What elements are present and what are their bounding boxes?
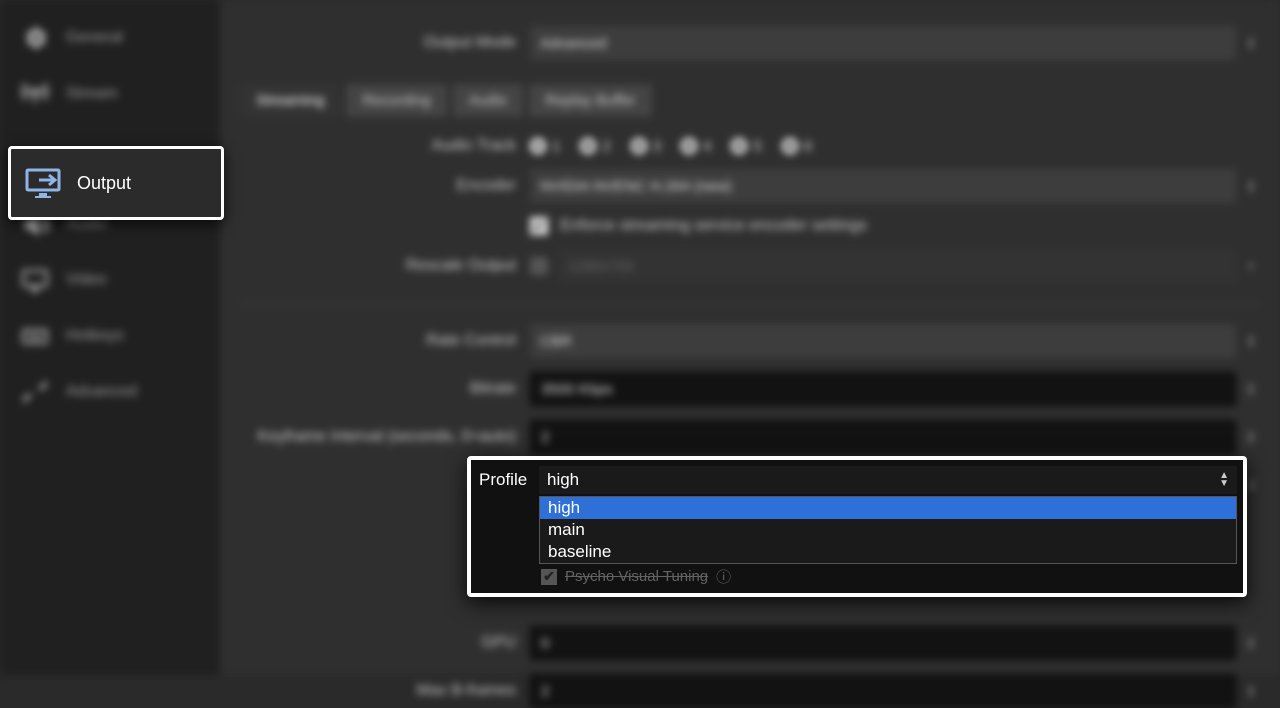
- max-bframes-input[interactable]: 2: [530, 674, 1236, 708]
- output-icon: [25, 167, 65, 199]
- audio-track-4[interactable]: 4: [681, 138, 711, 155]
- audio-track-1[interactable]: 1: [530, 138, 560, 155]
- sidebar-item-label: Output: [77, 173, 131, 194]
- enforce-label: Enforce streaming service encoder settin…: [560, 217, 867, 235]
- rate-control-label: Rate Control: [240, 332, 530, 350]
- tab-streaming[interactable]: Streaming: [240, 84, 340, 117]
- settings-sidebar: General Stream Audio Video Hotkeys: [0, 0, 220, 675]
- profile-label: Profile: [477, 470, 539, 490]
- bitrate-input[interactable]: 3500 Kbps: [530, 372, 1236, 406]
- profile-select[interactable]: high ▲▼: [539, 466, 1237, 494]
- bitrate-label: Bitrate: [240, 380, 530, 398]
- keyframe-input[interactable]: 2: [530, 420, 1236, 454]
- sidebar-item-label: Stream: [66, 85, 118, 103]
- info-icon: ⓘ: [716, 566, 731, 587]
- max-bframes-label: Max B-frames: [240, 682, 530, 700]
- sidebar-item-advanced[interactable]: Advanced: [0, 364, 220, 420]
- rescale-checkbox[interactable]: [530, 257, 548, 275]
- sidebar-item-video[interactable]: Video: [0, 252, 220, 308]
- stepper-icon[interactable]: ▲▼: [1242, 334, 1260, 348]
- stepper-icon[interactable]: ▲▼: [1242, 179, 1260, 193]
- audio-track-2[interactable]: 2: [580, 138, 610, 155]
- output-mode-label: Output Mode: [240, 34, 530, 52]
- sidebar-item-stream[interactable]: Stream: [0, 66, 220, 122]
- keyframe-label: Keyframe Interval (seconds, 0=auto): [240, 428, 530, 446]
- sidebar-item-label: Video: [66, 271, 107, 289]
- output-mode-select[interactable]: Advanced: [530, 26, 1236, 60]
- keyboard-icon: [18, 322, 52, 350]
- profile-option-high[interactable]: high: [540, 497, 1236, 519]
- stepper-icon[interactable]: ▲▼: [1242, 36, 1260, 50]
- stepper-icon[interactable]: ▲▼: [1242, 636, 1260, 650]
- sidebar-item-label: Hotkeys: [66, 327, 124, 345]
- profile-dropdown-popup: Profile high ▲▼ high main baseline ✔ Psy…: [467, 456, 1247, 597]
- monitor-icon: [18, 266, 52, 294]
- tools-icon: [18, 378, 52, 406]
- enforce-checkbox[interactable]: ✔: [530, 217, 548, 235]
- sidebar-item-label: Advanced: [66, 383, 137, 401]
- sidebar-item-label: General: [66, 29, 123, 47]
- profile-options-list: high main baseline: [539, 496, 1237, 564]
- broadcast-icon: [18, 80, 52, 108]
- audio-track-5[interactable]: 5: [731, 138, 761, 155]
- audio-track-6[interactable]: 6: [782, 138, 812, 155]
- psycho-tuning-row: ✔ Psycho Visual Tuning ⓘ: [539, 564, 1237, 587]
- audio-track-radios: 1 2 3 4 5 6: [530, 138, 1260, 155]
- profile-option-main[interactable]: main: [540, 519, 1236, 541]
- sidebar-item-hotkeys[interactable]: Hotkeys: [0, 308, 220, 364]
- rate-control-select[interactable]: CBR: [530, 324, 1236, 358]
- tab-recording[interactable]: Recording: [346, 84, 446, 117]
- stepper-icon[interactable]: ▲▼: [1242, 430, 1260, 444]
- encoder-label: Encoder: [240, 177, 530, 195]
- profile-option-baseline[interactable]: baseline: [540, 541, 1236, 563]
- gpu-input[interactable]: 0: [530, 626, 1236, 660]
- chevron-down-icon[interactable]: ▼: [1242, 263, 1260, 270]
- stepper-icon: ▲▼: [1219, 472, 1229, 488]
- sidebar-item-output[interactable]: Output: [8, 146, 224, 220]
- output-tabs: Streaming Recording Audio Replay Buffer: [240, 84, 1260, 117]
- sidebar-item-general[interactable]: General: [0, 10, 220, 66]
- audio-track-3[interactable]: 3: [631, 138, 661, 155]
- gear-icon: [18, 24, 52, 52]
- rescale-select[interactable]: 1280x720: [558, 249, 1236, 283]
- tab-audio[interactable]: Audio: [453, 84, 523, 117]
- gpu-label: GPU: [240, 634, 530, 652]
- rescale-label: Rescale Output: [240, 257, 530, 275]
- psycho-checkbox[interactable]: ✔: [541, 569, 557, 585]
- stepper-icon[interactable]: ▲▼: [1242, 684, 1260, 698]
- tab-replay-buffer[interactable]: Replay Buffer: [529, 84, 652, 117]
- stepper-icon[interactable]: ▲▼: [1242, 382, 1260, 396]
- audio-track-label: Audio Track: [240, 137, 530, 155]
- encoder-select[interactable]: NVIDIA NVENC H.264 (new): [530, 169, 1236, 203]
